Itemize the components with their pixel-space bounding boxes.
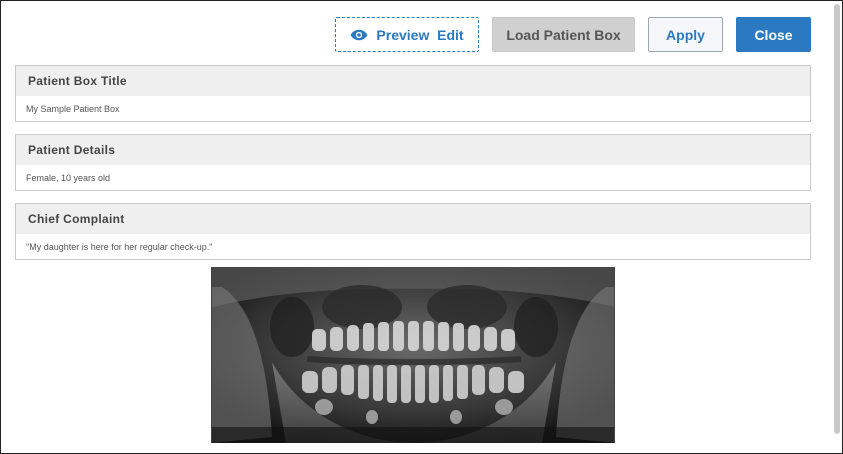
close-button[interactable]: Close: [736, 17, 811, 52]
load-patient-box-button[interactable]: Load Patient Box: [492, 17, 635, 52]
section-title: Chief Complaint: [16, 204, 810, 234]
preview-edit-button[interactable]: Preview Edit: [335, 17, 479, 52]
preview-edit-label: Preview Edit: [376, 26, 464, 43]
patient-box-dialog: Preview Edit Load Patient Box Apply Clos…: [0, 0, 843, 454]
eye-icon: [351, 29, 368, 40]
patient-details-section: Patient Details Female, 10 years old: [15, 134, 811, 191]
section-title: Patient Details: [16, 135, 810, 165]
patient-box-title-section: Patient Box Title My Sample Patient Box: [15, 65, 811, 122]
scrollbar[interactable]: [833, 2, 841, 453]
chief-complaint-section: Chief Complaint "My daughter is here for…: [15, 203, 811, 260]
scrollbar-thumb[interactable]: [834, 4, 840, 434]
apply-button[interactable]: Apply: [648, 17, 723, 52]
dental-xray-image: [211, 267, 615, 443]
patient-box-title-value[interactable]: My Sample Patient Box: [16, 96, 810, 121]
xray-drawing: [212, 267, 614, 443]
section-title: Patient Box Title: [16, 66, 810, 96]
toolbar: Preview Edit Load Patient Box Apply Clos…: [1, 17, 842, 53]
chief-complaint-value[interactable]: "My daughter is here for her regular che…: [16, 234, 810, 259]
patient-details-value[interactable]: Female, 10 years old: [16, 165, 810, 190]
